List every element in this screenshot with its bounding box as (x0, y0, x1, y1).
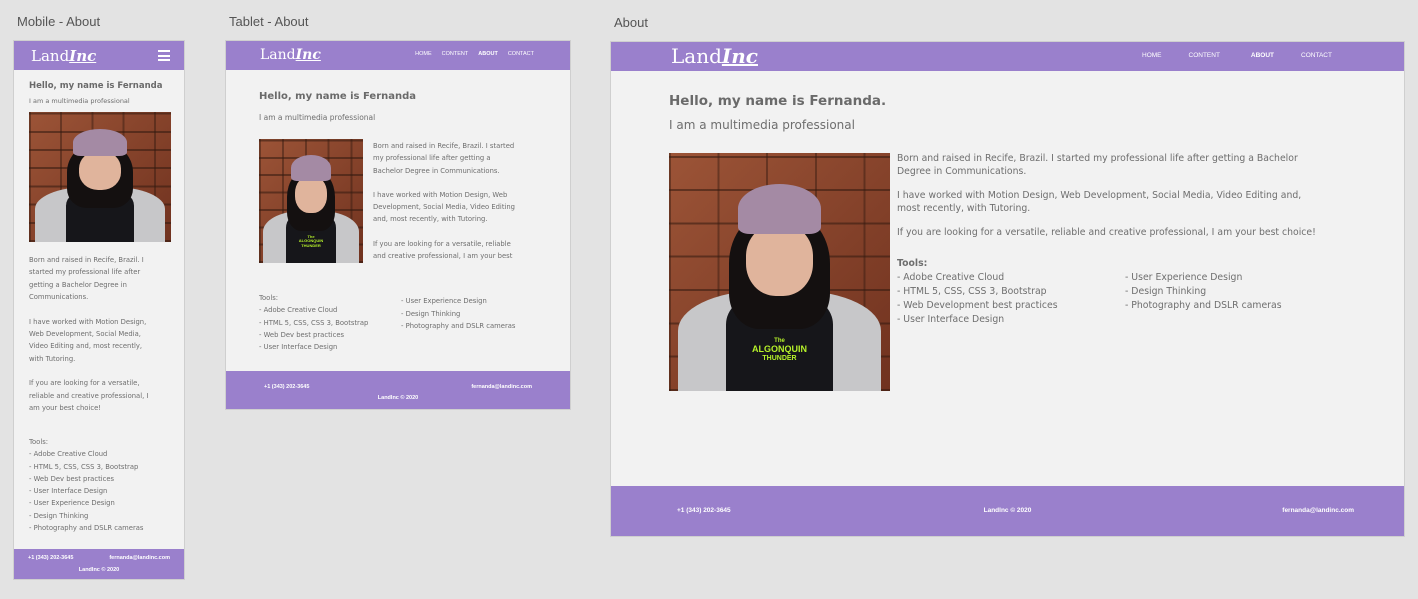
bio-paragraph-3: If you are looking for a versatile, reli… (897, 227, 1316, 238)
nav-content[interactable]: CONTENT (442, 51, 469, 57)
list-item: - Web Dev best practices (259, 330, 345, 339)
nav-contact[interactable]: CONTACT (508, 51, 534, 57)
tools-column-right: - User Experience Design - Design Thinki… (1125, 271, 1282, 327)
tablet-about-frame: LandInc HOME CONTENT ABOUT CONTACT Hello… (225, 40, 571, 410)
logo-inc: Inc (721, 44, 758, 68)
list-item: - Adobe Creative Cloud (897, 272, 1005, 283)
tools-list: Tools: - Adobe Creative Cloud - HTML 5, … (29, 436, 143, 534)
list-item: - HTML 5, CSS, CSS 3, Bootstrap (897, 286, 1047, 297)
list-item: - User Interface Design (29, 487, 108, 496)
bio-paragraph-3: If you are looking for a versatile, relia… (29, 379, 149, 413)
logo-land: Land (260, 47, 296, 63)
list-item: - User Experience Design (401, 297, 487, 306)
footer-phone[interactable]: +1 (343) 202-3645 (28, 555, 73, 561)
footer-copyright: LandInc © 2020 (78, 567, 120, 573)
tools-title: Tools: (897, 258, 928, 269)
list-item: - Web Dev best practices (29, 474, 115, 483)
mobile-about-frame: LandInc Hello, my name is Fernanda I am … (13, 40, 185, 580)
nav-home[interactable]: HOME (1142, 52, 1162, 59)
tablet-footer: +1 (343) 202-3645 fernanda@landinc.com L… (226, 371, 570, 409)
logo-inc: Inc (295, 47, 321, 63)
bio-text: Born and raised in Recife, Brazil. Istar… (29, 254, 179, 414)
tools-column-left: - Adobe Creative Cloud - HTML 5, CSS, CS… (897, 271, 1125, 327)
logo-inc: Inc (69, 47, 97, 65)
page-title: Hello, my name is Fernanda (29, 81, 163, 91)
list-item: - Design Thinking (29, 511, 89, 520)
nav-about[interactable]: ABOUT (478, 51, 498, 57)
list-item: - Design Thinking (1125, 286, 1207, 297)
bio-paragraph-1: Born and raised in Recife, Brazil. I sta… (897, 153, 1298, 177)
list-item: - User Experience Design (29, 499, 115, 508)
logo-land: Land (31, 47, 70, 65)
list-item: - Design Thinking (401, 309, 461, 318)
tools-column-right: - User Experience Design - Design Thinki… (401, 295, 515, 353)
list-item: - User Experience Design (1125, 272, 1243, 283)
desktop-nav-links: HOME CONTENT ABOUT CONTACT (1142, 52, 1332, 59)
list-item: - Photography and DSLR cameras (29, 524, 144, 533)
desktop-about-frame: LandInc HOME CONTENT ABOUT CONTACT Hello… (610, 41, 1405, 537)
bio-paragraph-2: I have worked with Motion Design, Web Dev… (373, 190, 516, 224)
mobile-navbar: LandInc (14, 41, 184, 70)
nav-home[interactable]: HOME (415, 51, 432, 57)
bio-text: Born and raised in Recife, Brazil. I sta… (897, 153, 1397, 240)
list-item: - User Interface Design (259, 343, 338, 352)
tools-list: Tools: - Adobe Creative Cloud - HTML 5, … (259, 292, 515, 353)
list-item: - Adobe Creative Cloud (29, 450, 108, 459)
bio-paragraph-2: I have worked with Motion Design, Web De… (897, 190, 1302, 214)
page-title: Hello, my name is Fernanda (259, 91, 417, 102)
tablet-navbar: LandInc HOME CONTENT ABOUT CONTACT (226, 41, 570, 70)
nav-contact[interactable]: CONTACT (1301, 52, 1332, 59)
brand-logo[interactable]: LandInc (260, 47, 321, 63)
tools-list: Tools: - Adobe Creative Cloud - HTML 5, … (897, 257, 1282, 327)
page-title: Hello, my name is Fernanda. (669, 93, 887, 109)
profile-photo: The ALGONQUIN THUNDER (669, 153, 890, 391)
hamburger-menu-icon[interactable] (158, 50, 170, 61)
list-item: - Web Development best practices (897, 300, 1058, 311)
artboard-label-desktop: About (614, 15, 648, 30)
brand-logo[interactable]: LandInc (671, 44, 758, 68)
tools-column-left: - Adobe Creative Cloud - HTML 5, CSS, CS… (259, 304, 401, 353)
list-item: - HTML 5, CSS, CSS 3, Bootstrap (259, 318, 369, 327)
brand-logo[interactable]: LandInc (31, 47, 96, 65)
mobile-footer: +1 (343) 202-3645 fernanda@landinc.com L… (14, 549, 184, 579)
bio-paragraph-2: I have worked with Motion Design, Web Dev… (29, 317, 147, 363)
profile-photo: The ALGONQUIN THUNDER (259, 139, 363, 263)
footer-email[interactable]: fernanda@landinc.com (471, 384, 532, 390)
bio-paragraph-1: Born and raised in Recife, Brazil. I sta… (373, 142, 515, 175)
footer-email[interactable]: fernanda@landinc.com (1282, 507, 1354, 514)
list-item: - HTML 5, CSS, CSS 3, Bootstrap (29, 462, 139, 471)
desktop-navbar: LandInc HOME CONTENT ABOUT CONTACT (611, 42, 1404, 71)
list-item: - User Interface Design (897, 314, 1005, 325)
list-item: - Photography and DSLR cameras (1125, 300, 1282, 311)
bio-paragraph-1: Born and raised in Recife, Brazil. Istar… (29, 256, 144, 302)
tablet-nav-links: HOME CONTENT ABOUT CONTACT (415, 51, 534, 57)
nav-about[interactable]: ABOUT (1251, 52, 1274, 59)
footer-email[interactable]: fernanda@landinc.com (109, 555, 170, 561)
page-subtitle: I am a multimedia professional (29, 97, 130, 105)
logo-land: Land (671, 44, 722, 68)
list-item: - Adobe Creative Cloud (259, 306, 338, 315)
footer-phone[interactable]: +1 (343) 202-3645 (264, 384, 309, 390)
artboard-label-mobile: Mobile - About (17, 14, 101, 29)
artboard-label-tablet: Tablet - About (229, 14, 309, 29)
page-subtitle: I am a multimedia professional (259, 113, 376, 122)
list-item: - Photography and DSLR cameras (401, 321, 516, 330)
profile-photo (29, 112, 171, 242)
footer-copyright: LandInc © 2020 (377, 395, 419, 401)
bio-paragraph-3: If you are looking for a versatile, reli… (373, 239, 513, 261)
nav-content[interactable]: CONTENT (1189, 52, 1220, 59)
bio-text: Born and raised in Recife, Brazil. I sta… (373, 140, 563, 262)
desktop-footer: +1 (343) 202-3645 LandInc © 2020 fernand… (611, 486, 1404, 536)
page-subtitle: I am a multimedia professional (669, 118, 855, 132)
tools-title: Tools: (29, 438, 49, 446)
